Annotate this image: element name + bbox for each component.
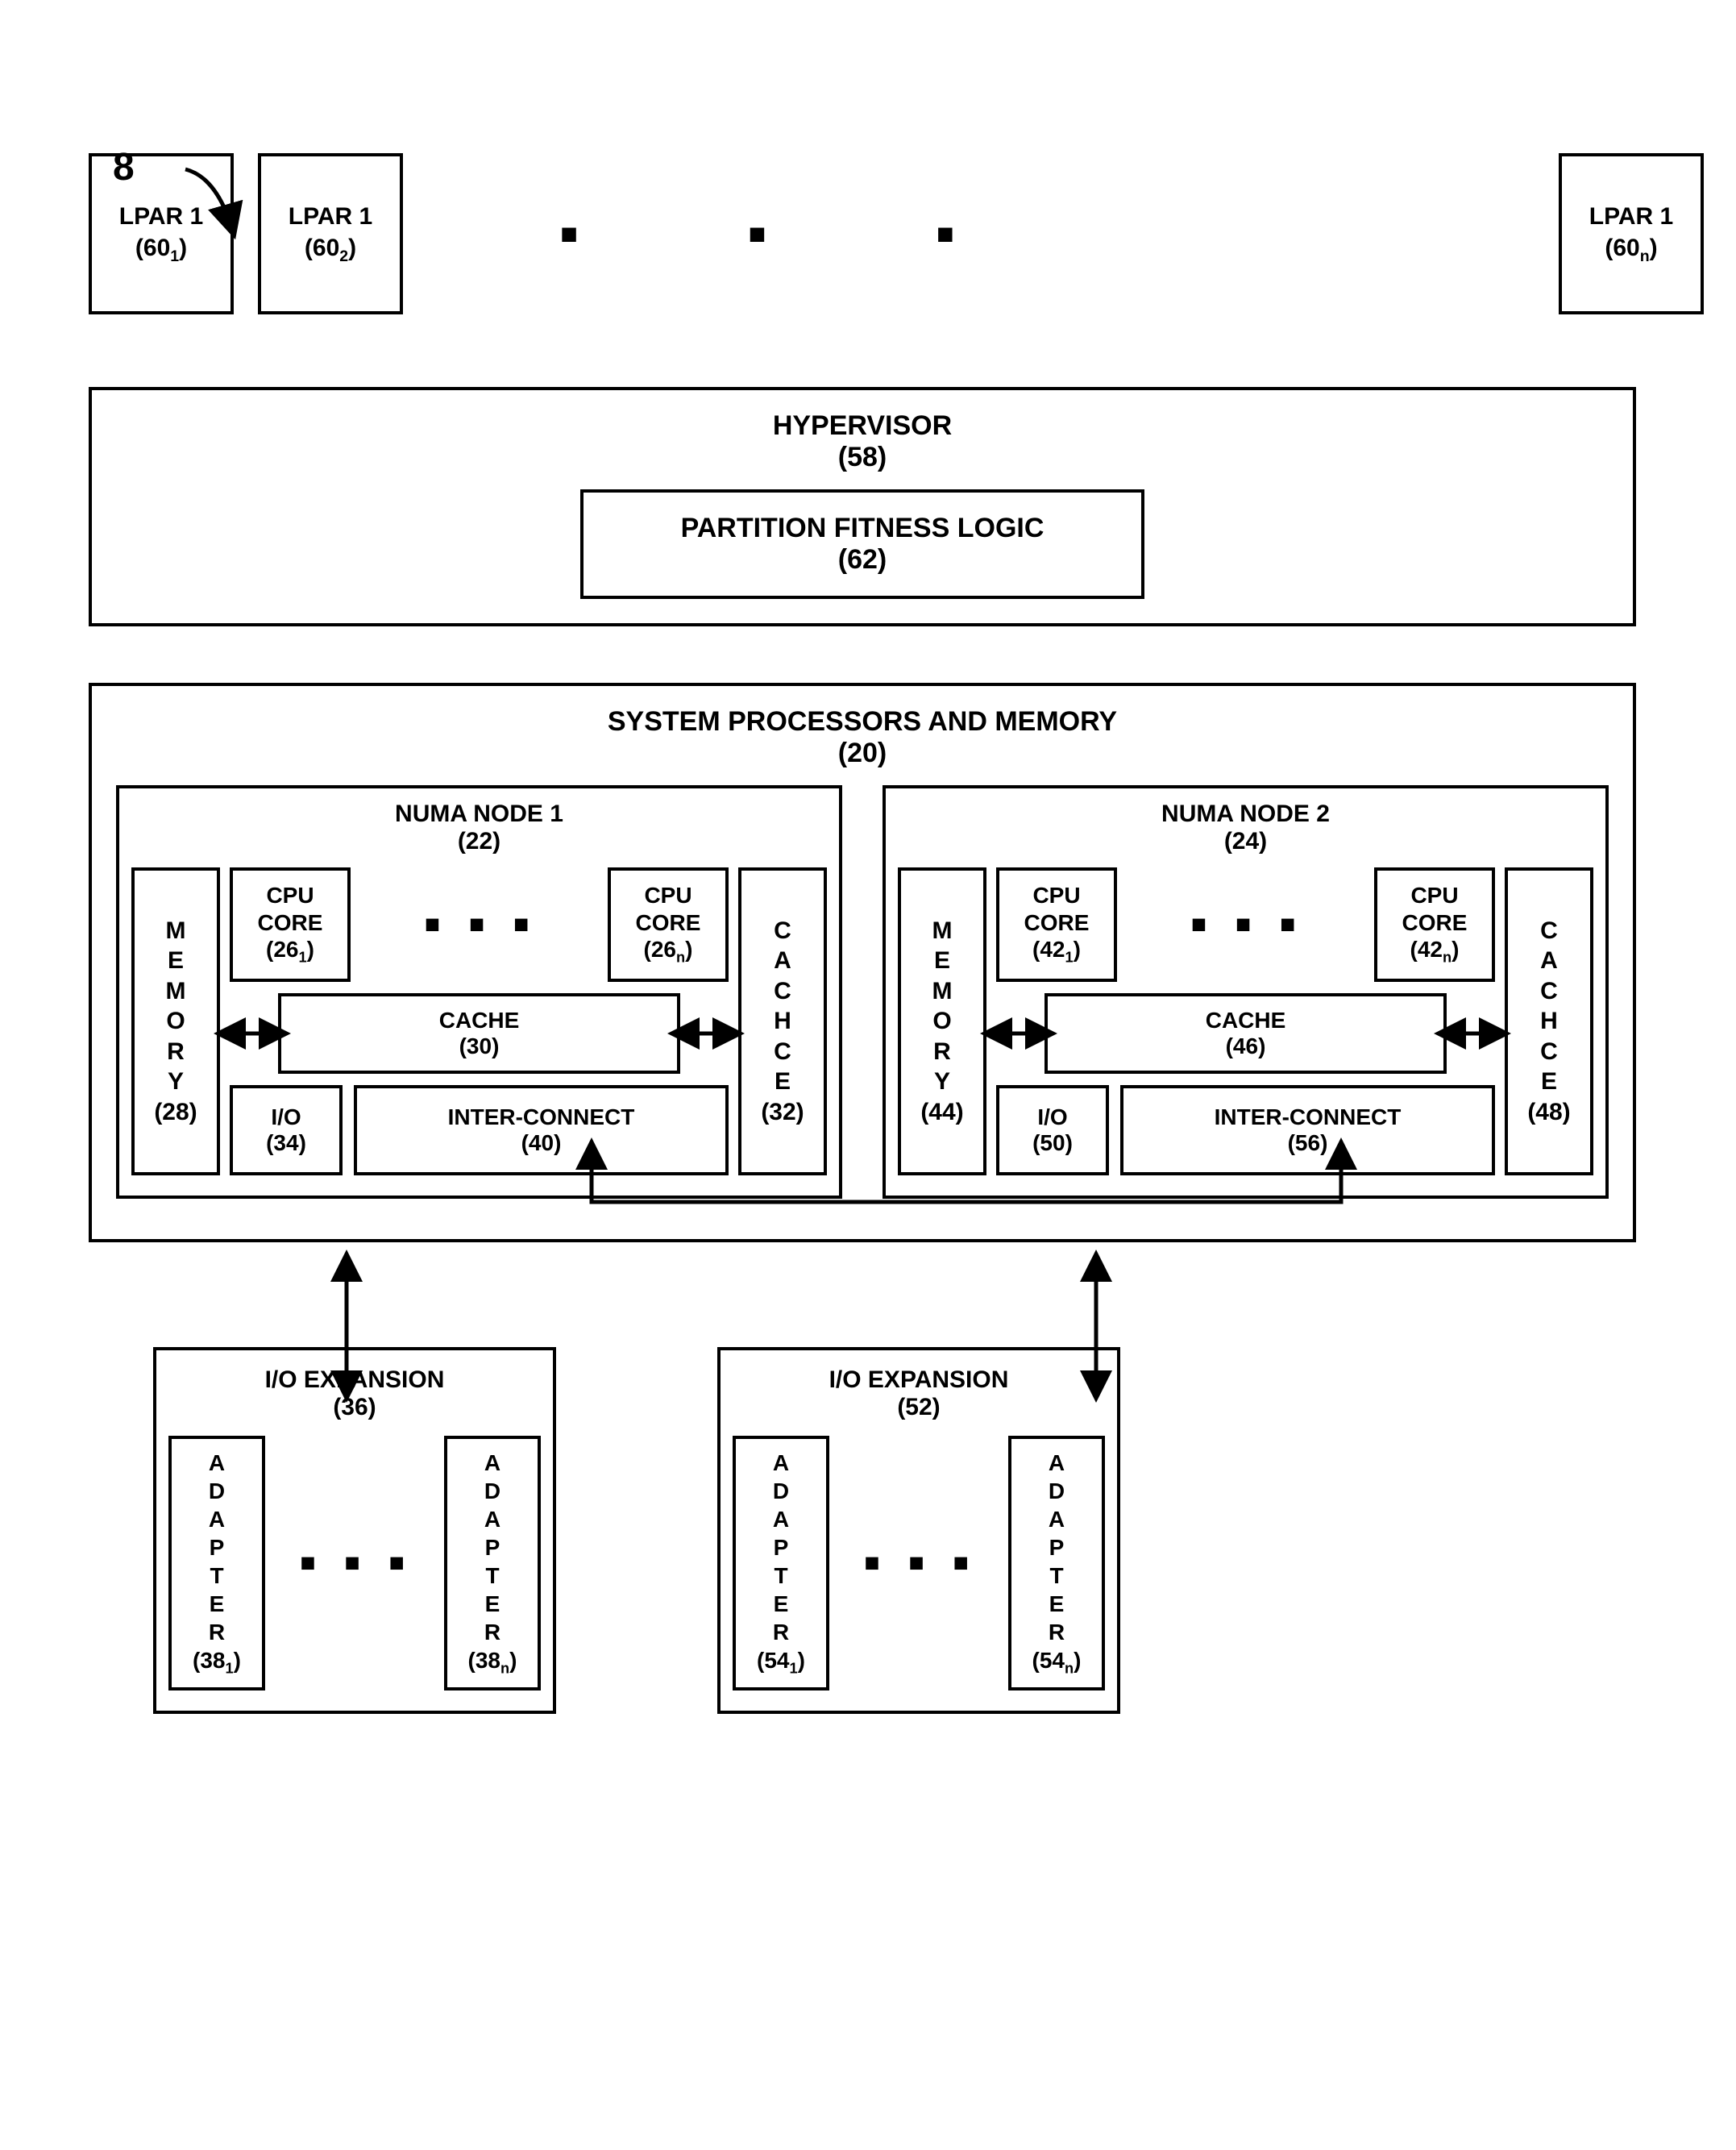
- ioexp2-adapters: ADAPTER(541) ■ ■ ■ ADAPTER(54n): [733, 1436, 1105, 1690]
- numa2-interconnect: INTER-CONNECT (56): [1120, 1085, 1495, 1175]
- numa2-content: MEMORY(44) CPU CORE (421) ■ ■ ■ CPU CORE: [898, 867, 1593, 1175]
- io-expansion-row: I/O EXPANSION (36) ADAPTER(381) ■ ■ ■ AD…: [153, 1347, 1704, 1714]
- lpar-ellipsis: ■■■: [476, 217, 1040, 251]
- numa2-memory: MEMORY(44): [898, 867, 986, 1175]
- numa1-cpu-n: CPU CORE (26n): [608, 867, 729, 982]
- numa2-ref: (24): [1224, 828, 1267, 855]
- numa2-io: I/O (50): [996, 1085, 1109, 1175]
- numa-node-1: NUMA NODE 1 (22) MEMORY(28) CPU CORE (26…: [116, 785, 842, 1199]
- adapter-1-1: ADAPTER(381): [168, 1436, 265, 1690]
- numa2-cache: CACHE (46): [1045, 993, 1447, 1074]
- io-expansion-1: I/O EXPANSION (36) ADAPTER(381) ■ ■ ■ AD…: [153, 1347, 556, 1714]
- lpar-label: LPAR 1: [1589, 201, 1673, 232]
- adapter-2-n: ADAPTER(54n): [1008, 1436, 1105, 1690]
- numa1-memory: MEMORY(28): [131, 867, 220, 1175]
- cpu-ellipsis: ■ ■ ■: [360, 867, 598, 982]
- lpar-2: LPAR 1 (602): [258, 153, 403, 314]
- lpar-row: LPAR 1 (601) LPAR 1 (602) ■■■ LPAR 1 (60…: [89, 153, 1704, 314]
- lpar-n: LPAR 1 (60n): [1559, 153, 1704, 314]
- figure-number: 8: [113, 145, 135, 189]
- numa1-interconnect: INTER-CONNECT (40): [354, 1085, 729, 1175]
- adapter-2-1: ADAPTER(541): [733, 1436, 829, 1690]
- numa1-cache: CACHE (30): [278, 993, 680, 1074]
- hypervisor-box: HYPERVISOR (58) PARTITION FITNESS LOGIC …: [89, 387, 1636, 626]
- numa1-cpu-1: CPU CORE (261): [230, 867, 351, 982]
- lpar-label: LPAR 1: [119, 201, 203, 232]
- numa1-io-row: I/O (34) INTER-CONNECT (40): [230, 1085, 729, 1175]
- numa2-mid: CPU CORE (421) ■ ■ ■ CPU CORE (42n) CACH…: [996, 867, 1495, 1175]
- numa2-io-row: I/O (50) INTER-CONNECT (56): [996, 1085, 1495, 1175]
- arrow-mem-cache-2: [990, 1025, 1048, 1042]
- system-ref: (20): [838, 738, 887, 769]
- adapter-1-n: ADAPTER(38n): [444, 1436, 541, 1690]
- system-label: SYSTEM PROCESSORS AND MEMORY: [608, 706, 1117, 738]
- numa2-cpu-1: CPU CORE (421): [996, 867, 1117, 982]
- numa1-mid: CPU CORE (261) ■ ■ ■ CPU CORE (26n) CACH…: [230, 867, 729, 1175]
- numa1-content: MEMORY(28) CPU CORE (261) ■ ■ ■ CPU CORE: [131, 867, 827, 1175]
- cpu-ellipsis: ■ ■ ■: [1127, 867, 1364, 982]
- arrow-mem-cache: [223, 1025, 281, 1042]
- lpar-label: LPAR 1: [289, 201, 372, 232]
- adapter-ellipsis: ■ ■ ■: [841, 1436, 996, 1690]
- lpar-ref: (60n): [1605, 232, 1657, 267]
- numa-row: NUMA NODE 1 (22) MEMORY(28) CPU CORE (26…: [116, 785, 1609, 1199]
- system-block: SYSTEM PROCESSORS AND MEMORY (20) NUMA N…: [89, 683, 1636, 1242]
- numa1-cpu-row: CPU CORE (261) ■ ■ ■ CPU CORE (26n): [230, 867, 729, 982]
- adapter-ellipsis: ■ ■ ■: [277, 1436, 432, 1690]
- arrow-cache-vcache-2: [1443, 1025, 1501, 1042]
- numa1-vcache: CACHCE(32): [738, 867, 827, 1175]
- numa1-io: I/O (34): [230, 1085, 343, 1175]
- numa1-label: NUMA NODE 1: [395, 801, 563, 828]
- arrow-cache-vcache: [677, 1025, 735, 1042]
- lpar-ref: (602): [305, 232, 356, 267]
- partition-fitness-box: PARTITION FITNESS LOGIC (62): [580, 489, 1144, 599]
- partition-fitness-label: PARTITION FITNESS LOGIC: [681, 513, 1045, 544]
- ioexp1-adapters: ADAPTER(381) ■ ■ ■ ADAPTER(38n): [168, 1436, 541, 1690]
- hypervisor-label: HYPERVISOR: [773, 410, 952, 442]
- lpar-ref: (601): [135, 232, 187, 267]
- hypervisor-ref: (58): [838, 442, 887, 473]
- lpar-1: LPAR 1 (601): [89, 153, 234, 314]
- numa2-label: NUMA NODE 2: [1161, 801, 1330, 828]
- numa2-cpu-row: CPU CORE (421) ■ ■ ■ CPU CORE (42n): [996, 867, 1495, 982]
- numa-node-2: NUMA NODE 2 (24) MEMORY(44) CPU CORE (42…: [883, 785, 1609, 1199]
- system-diagram: 8 LPAR 1 (601) LPAR 1 (602) ■■■ LPAR 1 (…: [32, 153, 1704, 1714]
- partition-fitness-ref: (62): [838, 544, 887, 576]
- numa2-vcache: CACHCE(48): [1505, 867, 1593, 1175]
- numa2-cpu-n: CPU CORE (42n): [1374, 867, 1495, 982]
- io-expansion-2: I/O EXPANSION (52) ADAPTER(541) ■ ■ ■ AD…: [717, 1347, 1120, 1714]
- numa1-ref: (22): [458, 828, 500, 855]
